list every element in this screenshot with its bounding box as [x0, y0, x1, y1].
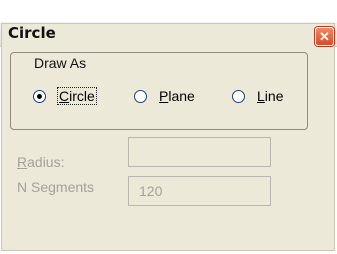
radio-selected-dot: [37, 93, 42, 99]
window-title: Circle: [8, 24, 56, 42]
radius-label: Radius:: [17, 154, 64, 170]
radio-line-label: Line: [257, 88, 283, 104]
draw-as-legend: Draw As: [30, 55, 91, 71]
close-icon: ✕: [319, 29, 330, 44]
radio-circle-mnemonic: C: [59, 88, 70, 104]
radio-plane[interactable]: Plane: [134, 88, 195, 104]
radio-plane-label: Plane: [159, 88, 195, 104]
radius-label-rest: adius:: [27, 154, 65, 170]
radio-line-mnemonic: L: [257, 88, 265, 104]
radio-plane-rest: lane: [168, 88, 195, 104]
radius-field[interactable]: [128, 137, 271, 167]
radio-line-rest: ine: [264, 88, 284, 104]
radio-circle[interactable]: Circle: [33, 87, 97, 105]
radio-circle-indicator[interactable]: [33, 89, 46, 103]
radio-circle-label: Circle: [57, 87, 97, 105]
radio-line[interactable]: Line: [232, 88, 283, 104]
n-segments-field[interactable]: 120: [128, 176, 271, 206]
radio-line-indicator[interactable]: [232, 89, 245, 103]
radio-plane-indicator[interactable]: [134, 89, 147, 103]
radio-circle-rest: ircle: [69, 88, 95, 104]
close-button[interactable]: ✕: [315, 27, 334, 46]
n-segments-label: N Segments: [17, 179, 95, 195]
radius-label-mnemonic: R: [17, 154, 28, 170]
radio-plane-mnemonic: P: [159, 88, 169, 104]
